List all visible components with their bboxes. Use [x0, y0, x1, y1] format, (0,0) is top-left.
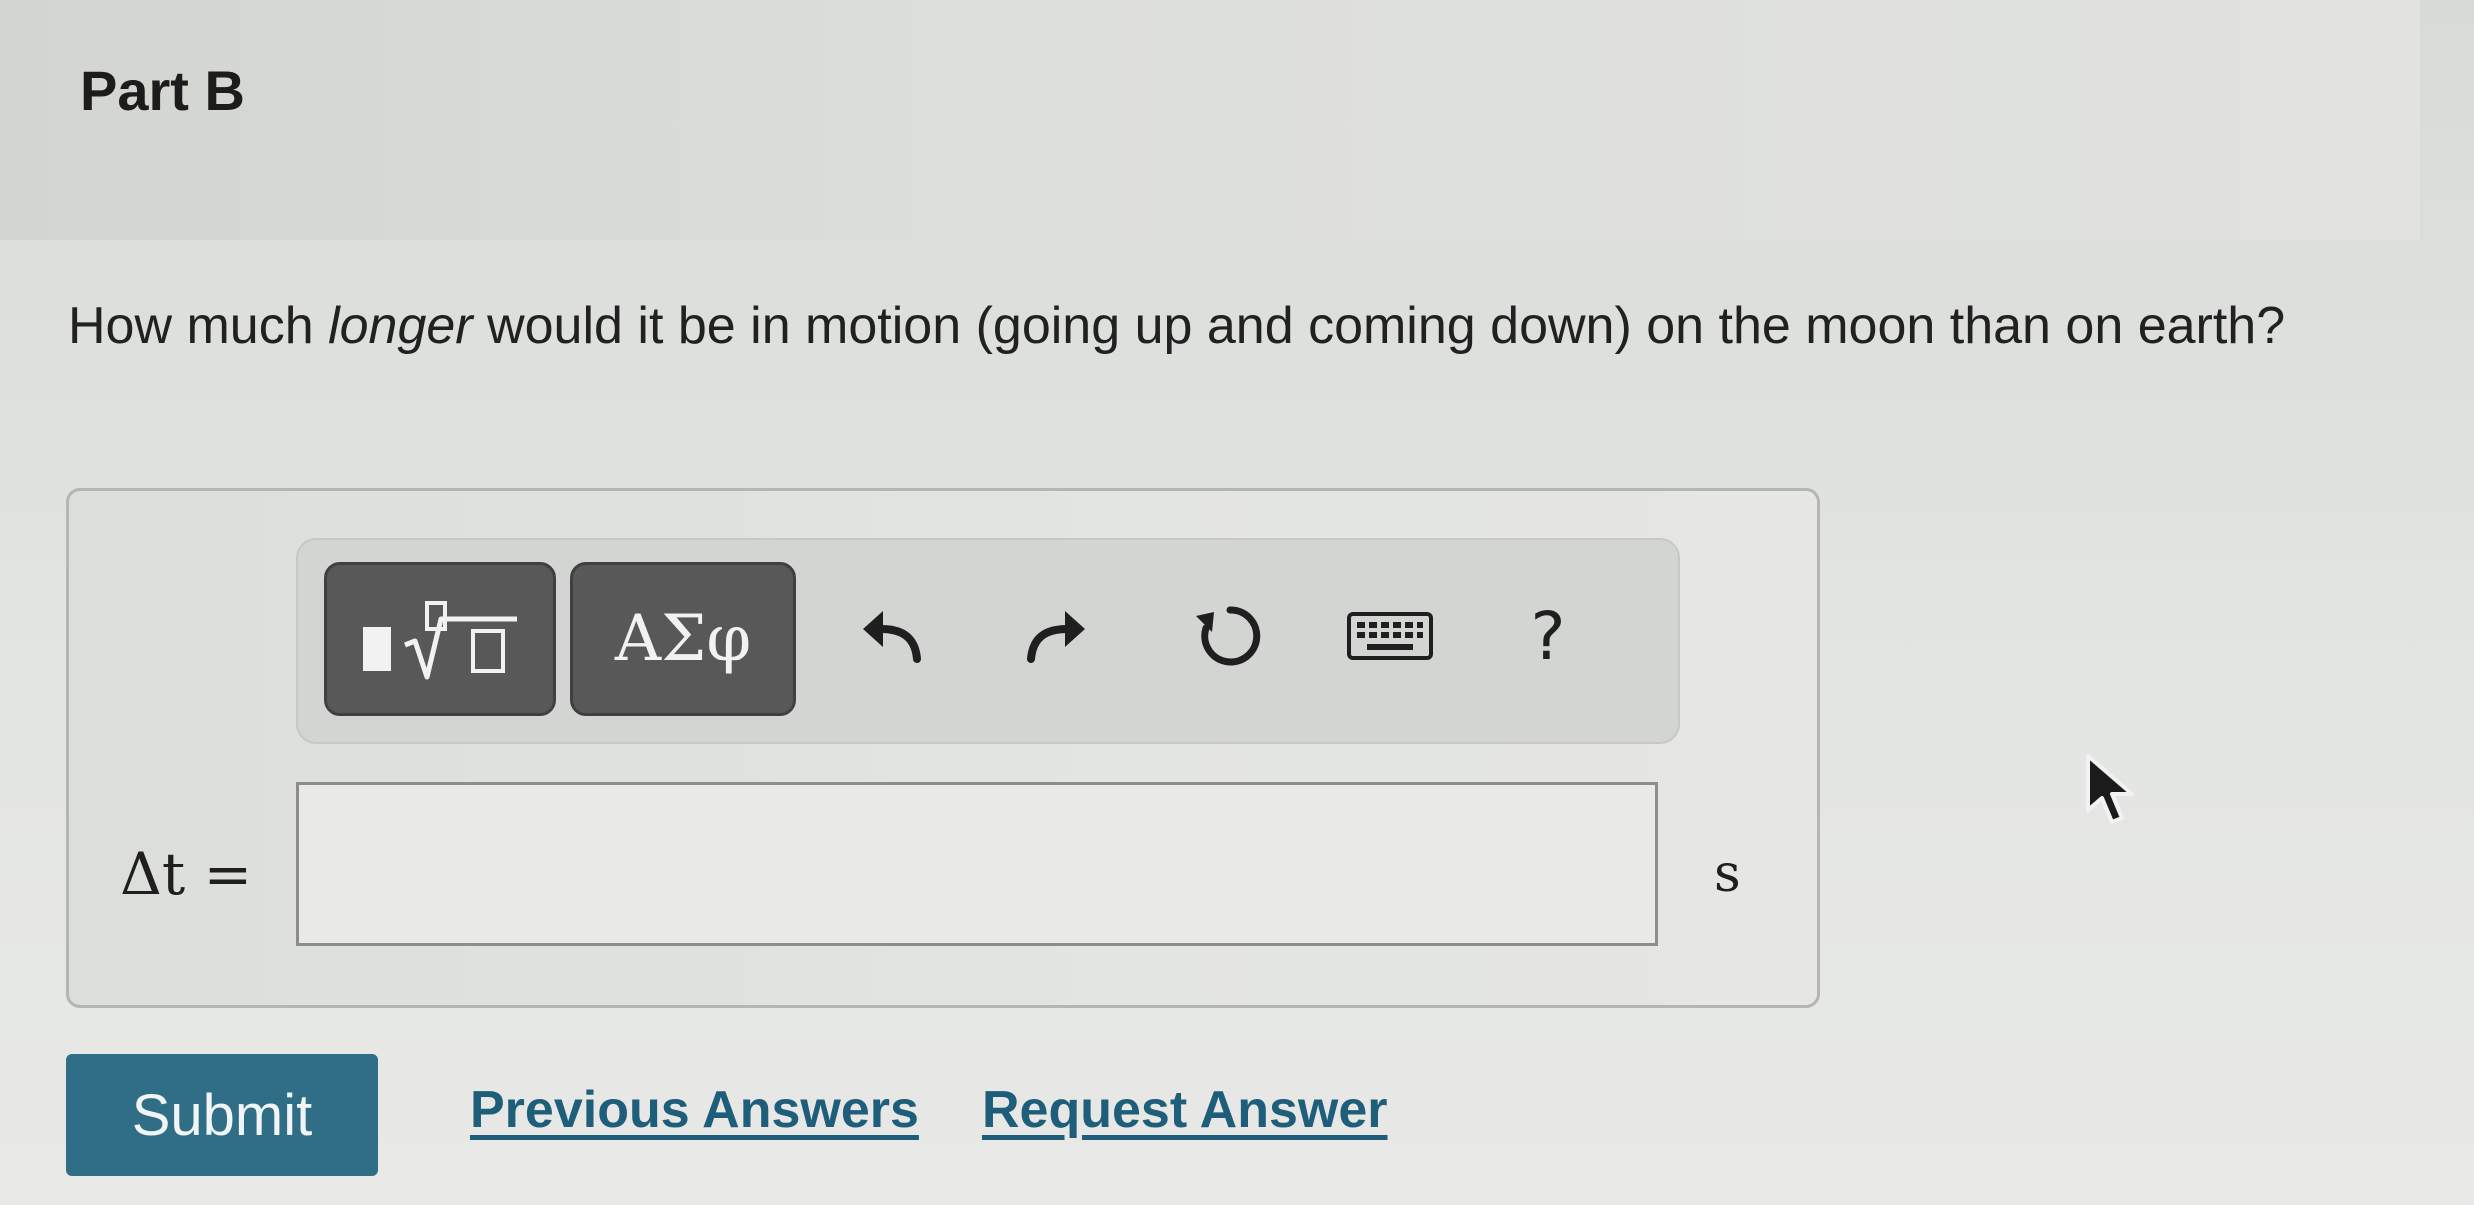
mouse-pointer-icon	[2086, 754, 2134, 824]
undo-icon	[863, 611, 921, 663]
answer-variable-label: Δt =	[120, 840, 253, 908]
greek-symbols-button[interactable]: ΑΣφ	[570, 562, 796, 716]
math-toolbar: ΑΣφ ?	[296, 538, 1680, 744]
request-answer-link[interactable]: Request Answer	[982, 1080, 1388, 1140]
previous-answers-link[interactable]: Previous Answers	[470, 1080, 919, 1140]
keyboard-icon	[1347, 612, 1433, 660]
header-band	[0, 0, 2420, 240]
reset-icon	[1196, 606, 1261, 666]
redo-button[interactable]	[1008, 588, 1104, 684]
keyboard-button[interactable]	[1340, 588, 1440, 684]
part-title: Part B	[80, 59, 245, 122]
submit-button[interactable]: Submit	[66, 1054, 378, 1176]
question-text: How much longer would it be in motion (g…	[68, 290, 2388, 362]
unit-label: s	[1714, 844, 1741, 904]
answer-input[interactable]	[296, 782, 1658, 946]
question-text-before: How much	[68, 297, 329, 355]
templates-button[interactable]	[324, 562, 556, 716]
redo-icon	[1027, 611, 1085, 663]
fraction-root-template-icon	[363, 601, 517, 680]
help-button[interactable]: ?	[1500, 588, 1596, 684]
reset-button[interactable]	[1182, 588, 1278, 684]
question-text-after: would it be in motion (going up and comi…	[472, 297, 2286, 355]
undo-button[interactable]	[844, 588, 940, 684]
question-emphasis: longer	[328, 297, 473, 355]
